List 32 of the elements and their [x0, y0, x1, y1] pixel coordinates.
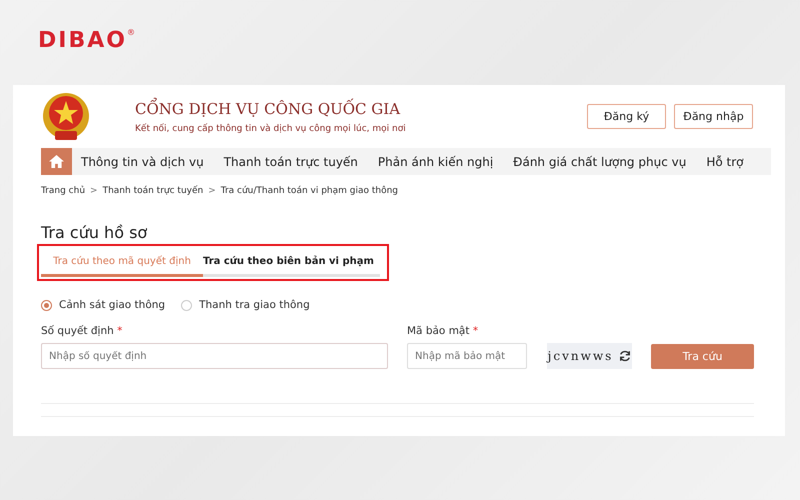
radio-button[interactable]: [41, 300, 52, 310]
required-mark: *: [472, 325, 478, 337]
required-mark: *: [117, 325, 122, 337]
emblem-icon: [41, 90, 91, 142]
field-label: Số quyết định: [41, 325, 114, 337]
nav-link[interactable]: Đánh giá chất lượng phục vụ: [513, 154, 686, 168]
section-heading: Tra cứu hồ sơ: [41, 223, 148, 242]
refresh-icon[interactable]: [619, 350, 632, 362]
breadcrumb-separator: >: [208, 186, 216, 196]
radio-label: Thanh tra giao thông: [199, 299, 310, 311]
nav-link[interactable]: Thanh toán trực tuyến: [224, 154, 358, 168]
breadcrumb-link[interactable]: Tra cứu/Thanh toán vi phạm giao thông: [220, 186, 398, 196]
portal-tagline: Kết nối, cung cấp thông tin và dịch vụ công mọi lúc, mọi nơi: [135, 124, 406, 134]
nav-link[interactable]: Thông tin và dịch vụ: [81, 154, 204, 168]
auth-button[interactable]: Đăng ký: [587, 104, 666, 129]
registered-mark: ®: [126, 28, 135, 37]
brand-logo: DIBAO: [38, 28, 127, 54]
nav-link[interactable]: Phản ánh kiến nghị: [378, 154, 494, 168]
home-icon: [49, 155, 64, 168]
radio-label: Cảnh sát giao thông: [59, 299, 166, 311]
captcha-text: jcvnwws: [548, 349, 614, 363]
home-button[interactable]: [41, 148, 72, 175]
breadcrumb-link[interactable]: Thanh toán trực tuyến: [102, 186, 204, 196]
breadcrumb-separator: >: [90, 186, 98, 196]
field-label: Mã bảo mật: [407, 325, 470, 337]
input-field[interactable]: Nhập mã bảo mật: [407, 343, 527, 369]
breadcrumb-link[interactable]: Trang chủ: [41, 186, 86, 196]
radio-button[interactable]: [181, 300, 192, 310]
portal-title: CỔNG DỊCH VỤ CÔNG QUỐC GIA: [135, 100, 402, 118]
nav-link[interactable]: Hỗ trợ: [706, 154, 744, 168]
auth-button[interactable]: Đăng nhập: [674, 104, 753, 129]
tab[interactable]: Tra cứu theo biên bản vi phạm: [203, 252, 373, 277]
